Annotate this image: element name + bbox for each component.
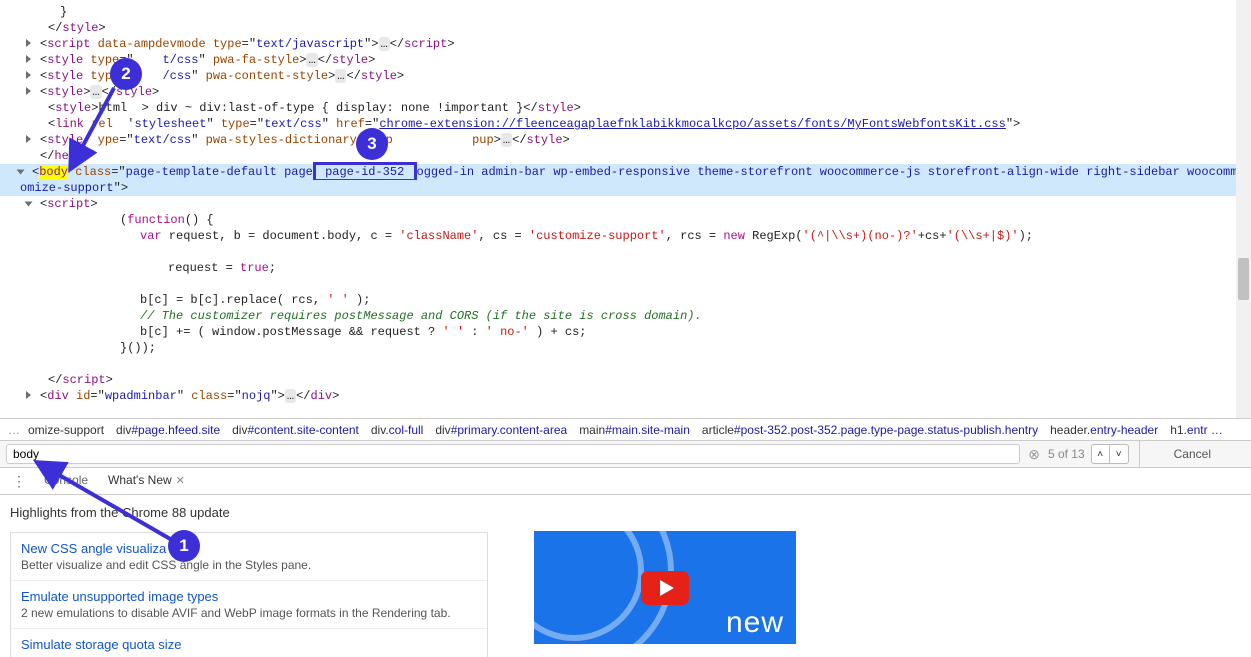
dom-breadcrumbs[interactable]: … omize-support div#page.hfeed.site div#co…: [0, 418, 1251, 440]
code-line[interactable]: (function() {: [0, 212, 1251, 228]
video-thumbnail[interactable]: new: [534, 531, 796, 644]
breadcrumb-item[interactable]: div#content.site-content: [232, 423, 359, 437]
highlight-desc: 2 new emulations to disable AVIF and Web…: [21, 606, 477, 620]
cancel-button[interactable]: Cancel: [1139, 441, 1245, 467]
code-line[interactable]: </head>: [0, 148, 1251, 164]
code-line[interactable]: }: [0, 4, 1251, 20]
code-line[interactable]: <div id="wpadminbar" class="nojq">…</div…: [0, 388, 1251, 404]
code-line[interactable]: </style>: [0, 20, 1251, 36]
code-line[interactable]: [0, 356, 1251, 372]
drawer-body: Highlights from the Chrome 88 update New…: [0, 495, 1251, 657]
whats-new-right: new: [534, 505, 796, 647]
code-line[interactable]: b[c] += ( window.postMessage && request …: [0, 324, 1251, 340]
expand-caret-icon[interactable]: [25, 202, 33, 207]
expand-caret-icon[interactable]: [26, 71, 31, 79]
breadcrumb-item[interactable]: omize-support: [28, 423, 104, 437]
code-line[interactable]: b[c] = b[c].replace( rcs, ' ' );: [0, 292, 1251, 308]
code-line[interactable]: <style ype="text/css" pwa-styles-diction…: [0, 132, 1251, 148]
breadcrumb-item[interactable]: main#main.site-main: [579, 423, 690, 437]
expand-caret-icon[interactable]: [26, 39, 31, 47]
breadcrumb-item[interactable]: div#page.hfeed.site: [116, 423, 220, 437]
search-next-button[interactable]: ˅: [1110, 445, 1128, 463]
code-line[interactable]: var request, b = document.body, c = 'cla…: [0, 228, 1251, 244]
search-count: 5 of 13: [1048, 447, 1085, 461]
play-icon[interactable]: [641, 571, 689, 605]
code-line[interactable]: }());: [0, 340, 1251, 356]
code-line[interactable]: <style>…</style>: [0, 84, 1251, 100]
code-line[interactable]: [0, 244, 1251, 260]
drawer-menu-icon[interactable]: ⋮: [4, 473, 34, 490]
expand-caret-icon[interactable]: [26, 55, 31, 63]
video-label: new: [726, 606, 796, 644]
breadcrumb-item[interactable]: div#primary.content-area: [435, 423, 567, 437]
search-clear-icon[interactable]: ⊗: [1028, 446, 1040, 463]
expand-caret-icon[interactable]: [26, 87, 31, 95]
breadcrumb-item[interactable]: div.col-full: [371, 423, 423, 437]
code-line[interactable]: omize-support">: [0, 180, 1251, 196]
search-input[interactable]: [6, 444, 1020, 464]
elements-code-panel[interactable]: }</style><script data-ampdevmode type="t…: [0, 0, 1251, 418]
highlight-desc: Better visualize and edit CSS angle in t…: [21, 558, 477, 572]
tab-whats-new[interactable]: What's New ✕: [98, 468, 195, 494]
highlight-title[interactable]: Simulate storage quota size: [21, 637, 477, 652]
breadcrumb-item[interactable]: article#post-352.post-352.page.type-page…: [702, 423, 1038, 437]
breadcrumb-item[interactable]: h1.entr …: [1170, 423, 1223, 437]
expand-caret-icon[interactable]: [26, 391, 31, 399]
code-line[interactable]: <style>html > div ~ div:last-of-type { d…: [0, 100, 1251, 116]
code-line[interactable]: <body class="page-template-default page …: [0, 164, 1251, 180]
highlight-title[interactable]: New CSS angle visualiza tools: [21, 541, 477, 556]
code-line[interactable]: // The customizer requires postMessage a…: [0, 308, 1251, 324]
code-line[interactable]: [0, 276, 1251, 292]
drawer-tabs: ⋮ Console What's New ✕: [0, 468, 1251, 495]
breadcrumb-item[interactable]: header.entry-header: [1050, 423, 1158, 437]
code-line[interactable]: <script data-ampdevmode type="text/javas…: [0, 36, 1251, 52]
code-line[interactable]: request = true;: [0, 260, 1251, 276]
devtools-root: }</style><script data-ampdevmode type="t…: [0, 0, 1251, 657]
expand-caret-icon[interactable]: [17, 170, 25, 175]
whats-new-left: Highlights from the Chrome 88 update New…: [10, 505, 488, 647]
search-prev-button[interactable]: ˄: [1092, 445, 1110, 463]
code-line[interactable]: </script>: [0, 372, 1251, 388]
highlight-item[interactable]: Emulate unsupported image types 2 new emu…: [11, 580, 487, 628]
search-bar: ⊗ 5 of 13 ˄ ˅ Cancel: [0, 440, 1251, 468]
code-line[interactable]: <link rel 'stylesheet" type="text/css" h…: [0, 116, 1251, 132]
search-stepper: ˄ ˅: [1091, 444, 1129, 464]
scrollbar-vertical[interactable]: [1236, 0, 1251, 418]
scrollbar-thumb[interactable]: [1238, 258, 1249, 300]
breadcrumb-overflow[interactable]: …: [8, 423, 20, 437]
highlight-item[interactable]: Simulate storage quota size: [11, 628, 487, 657]
code-line[interactable]: <script>: [0, 196, 1251, 212]
tab-console[interactable]: Console: [34, 468, 98, 494]
highlight-item[interactable]: New CSS angle visualiza tools Better visu…: [11, 533, 487, 580]
highlight-title[interactable]: Emulate unsupported image types: [21, 589, 477, 604]
highlights-list: New CSS angle visualiza tools Better visu…: [10, 532, 488, 657]
whats-new-intro: Highlights from the Chrome 88 update: [10, 505, 488, 520]
code-line[interactable]: <style type=" t/css" pwa-fa-style>…</sty…: [0, 52, 1251, 68]
close-icon[interactable]: ✕: [176, 475, 185, 487]
tab-whats-new-label: What's New: [108, 473, 172, 487]
code-line[interactable]: <style type=" /css" pwa-content-style>…<…: [0, 68, 1251, 84]
expand-caret-icon[interactable]: [26, 135, 31, 143]
